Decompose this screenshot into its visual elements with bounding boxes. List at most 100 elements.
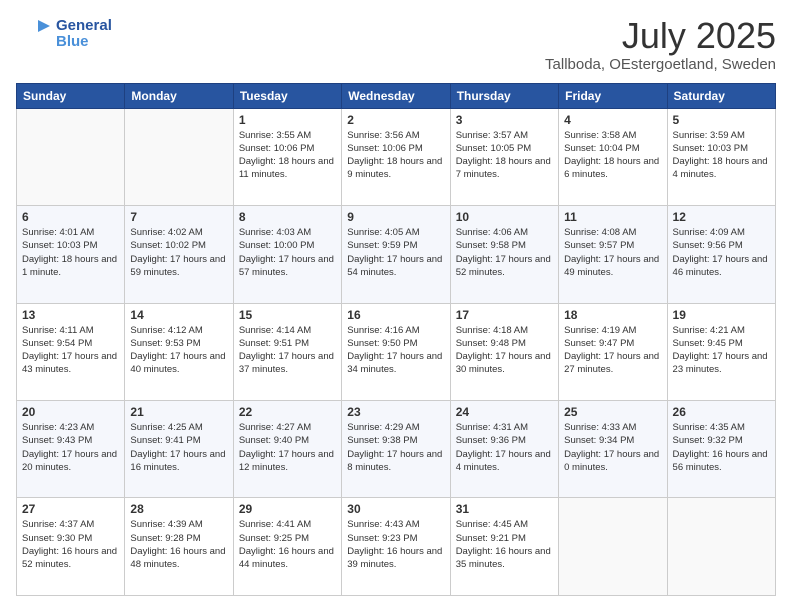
calendar-cell: 16 Sunrise: 4:16 AM Sunset: 9:50 PM Dayli… [342, 303, 450, 400]
day-info: Sunrise: 4:39 AM Sunset: 9:28 PM Dayligh… [130, 518, 227, 571]
weekday-header-sunday: Sunday [17, 83, 125, 108]
day-number: 8 [239, 210, 336, 224]
calendar-table: SundayMondayTuesdayWednesdayThursdayFrid… [16, 83, 776, 596]
day-info: Sunrise: 3:56 AM Sunset: 10:06 PM Daylig… [347, 129, 444, 182]
day-number: 28 [130, 502, 227, 516]
month-title: July 2025 [545, 16, 776, 56]
day-number: 30 [347, 502, 444, 516]
day-info: Sunrise: 3:57 AM Sunset: 10:05 PM Daylig… [456, 129, 553, 182]
page: General Blue July 2025 Tallboda, OEsterg… [0, 0, 792, 612]
day-number: 22 [239, 405, 336, 419]
calendar-cell: 14 Sunrise: 4:12 AM Sunset: 9:53 PM Dayli… [125, 303, 233, 400]
weekday-header-tuesday: Tuesday [233, 83, 341, 108]
title-block: July 2025 Tallboda, OEstergoetland, Swed… [545, 16, 776, 73]
calendar-cell: 24Sunrise: 4:31 AM Sunset: 9:36 PM Dayli… [450, 401, 558, 498]
calendar-cell: 12 Sunrise: 4:09 AM Sunset: 9:56 PM Dayli… [667, 206, 775, 303]
calendar-cell: 13Sunrise: 4:11 AM Sunset: 9:54 PM Dayli… [17, 303, 125, 400]
calendar-cell [667, 498, 775, 596]
calendar-week-5: 27 Sunrise: 4:37 AM Sunset: 9:30 PM Dayli… [17, 498, 776, 596]
calendar-cell: 28 Sunrise: 4:39 AM Sunset: 9:28 PM Dayli… [125, 498, 233, 596]
day-number: 17 [456, 308, 553, 322]
calendar-header-row: SundayMondayTuesdayWednesdayThursdayFrid… [17, 83, 776, 108]
calendar-cell: 26Sunrise: 4:35 AM Sunset: 9:32 PM Dayli… [667, 401, 775, 498]
day-number: 13 [22, 308, 119, 322]
calendar-cell: 19Sunrise: 4:21 AM Sunset: 9:45 PM Dayli… [667, 303, 775, 400]
day-number: 6 [22, 210, 119, 224]
day-number: 25 [564, 405, 661, 419]
day-number: 31 [456, 502, 553, 516]
calendar-cell: 8Sunrise: 4:03 AM Sunset: 10:00 PM Dayli… [233, 206, 341, 303]
day-number: 23 [347, 405, 444, 419]
day-number: 2 [347, 113, 444, 127]
day-number: 20 [22, 405, 119, 419]
weekday-header-friday: Friday [559, 83, 667, 108]
day-info: Sunrise: 4:29 AM Sunset: 9:38 PM Dayligh… [347, 421, 444, 474]
day-info: Sunrise: 4:43 AM Sunset: 9:23 PM Dayligh… [347, 518, 444, 571]
header: General Blue July 2025 Tallboda, OEsterg… [16, 16, 776, 73]
day-number: 21 [130, 405, 227, 419]
calendar-cell [17, 108, 125, 205]
calendar-cell: 6 Sunrise: 4:01 AM Sunset: 10:03 PM Dayli… [17, 206, 125, 303]
day-info: Sunrise: 4:01 AM Sunset: 10:03 PM Daylig… [22, 226, 119, 279]
calendar-week-2: 6 Sunrise: 4:01 AM Sunset: 10:03 PM Dayli… [17, 206, 776, 303]
day-info: Sunrise: 4:14 AM Sunset: 9:51 PM Dayligh… [239, 324, 336, 377]
day-number: 16 [347, 308, 444, 322]
calendar-cell: 2 Sunrise: 3:56 AM Sunset: 10:06 PM Dayli… [342, 108, 450, 205]
calendar-cell: 22 Sunrise: 4:27 AM Sunset: 9:40 PM Dayli… [233, 401, 341, 498]
calendar-cell: 5Sunrise: 3:59 AM Sunset: 10:03 PM Dayli… [667, 108, 775, 205]
day-number: 11 [564, 210, 661, 224]
day-info: Sunrise: 4:05 AM Sunset: 9:59 PM Dayligh… [347, 226, 444, 279]
day-number: 12 [673, 210, 770, 224]
day-number: 10 [456, 210, 553, 224]
calendar-cell: 18 Sunrise: 4:19 AM Sunset: 9:47 PM Dayli… [559, 303, 667, 400]
calendar-cell: 25 Sunrise: 4:33 AM Sunset: 9:34 PM Dayli… [559, 401, 667, 498]
day-info: Sunrise: 4:25 AM Sunset: 9:41 PM Dayligh… [130, 421, 227, 474]
day-number: 14 [130, 308, 227, 322]
day-info: Sunrise: 4:41 AM Sunset: 9:25 PM Dayligh… [239, 518, 336, 571]
day-number: 1 [239, 113, 336, 127]
day-info: Sunrise: 4:35 AM Sunset: 9:32 PM Dayligh… [673, 421, 770, 474]
day-number: 27 [22, 502, 119, 516]
day-number: 29 [239, 502, 336, 516]
day-info: Sunrise: 4:21 AM Sunset: 9:45 PM Dayligh… [673, 324, 770, 377]
day-info: Sunrise: 3:58 AM Sunset: 10:04 PM Daylig… [564, 129, 661, 182]
day-number: 4 [564, 113, 661, 127]
day-info: Sunrise: 4:09 AM Sunset: 9:56 PM Dayligh… [673, 226, 770, 279]
calendar-cell: 29 Sunrise: 4:41 AM Sunset: 9:25 PM Dayli… [233, 498, 341, 596]
calendar-cell: 10 Sunrise: 4:06 AM Sunset: 9:58 PM Dayli… [450, 206, 558, 303]
day-info: Sunrise: 4:45 AM Sunset: 9:21 PM Dayligh… [456, 518, 553, 571]
calendar-cell: 27 Sunrise: 4:37 AM Sunset: 9:30 PM Dayli… [17, 498, 125, 596]
day-info: Sunrise: 4:02 AM Sunset: 10:02 PM Daylig… [130, 226, 227, 279]
calendar-cell: 20 Sunrise: 4:23 AM Sunset: 9:43 PM Dayli… [17, 401, 125, 498]
calendar-cell: 11Sunrise: 4:08 AM Sunset: 9:57 PM Dayli… [559, 206, 667, 303]
day-info: Sunrise: 4:12 AM Sunset: 9:53 PM Dayligh… [130, 324, 227, 377]
day-info: Sunrise: 4:23 AM Sunset: 9:43 PM Dayligh… [22, 421, 119, 474]
day-info: Sunrise: 4:37 AM Sunset: 9:30 PM Dayligh… [22, 518, 119, 571]
logo-general: General [56, 18, 112, 35]
day-info: Sunrise: 4:33 AM Sunset: 9:34 PM Dayligh… [564, 421, 661, 474]
calendar-cell: 4 Sunrise: 3:58 AM Sunset: 10:04 PM Dayli… [559, 108, 667, 205]
calendar-cell: 3 Sunrise: 3:57 AM Sunset: 10:05 PM Dayli… [450, 108, 558, 205]
calendar-week-1: 1Sunrise: 3:55 AM Sunset: 10:06 PM Dayli… [17, 108, 776, 205]
day-info: Sunrise: 4:16 AM Sunset: 9:50 PM Dayligh… [347, 324, 444, 377]
day-info: Sunrise: 4:31 AM Sunset: 9:36 PM Dayligh… [456, 421, 553, 474]
calendar-cell: 31 Sunrise: 4:45 AM Sunset: 9:21 PM Dayli… [450, 498, 558, 596]
logo-svg-icon [16, 16, 52, 52]
weekday-header-wednesday: Wednesday [342, 83, 450, 108]
day-number: 3 [456, 113, 553, 127]
day-info: Sunrise: 4:06 AM Sunset: 9:58 PM Dayligh… [456, 226, 553, 279]
calendar-cell: 23 Sunrise: 4:29 AM Sunset: 9:38 PM Dayli… [342, 401, 450, 498]
calendar-cell: 7Sunrise: 4:02 AM Sunset: 10:02 PM Dayli… [125, 206, 233, 303]
calendar-week-4: 20 Sunrise: 4:23 AM Sunset: 9:43 PM Dayli… [17, 401, 776, 498]
logo: General Blue [16, 16, 112, 52]
day-number: 15 [239, 308, 336, 322]
logo-blue: Blue [56, 34, 112, 51]
day-info: Sunrise: 4:19 AM Sunset: 9:47 PM Dayligh… [564, 324, 661, 377]
day-info: Sunrise: 4:27 AM Sunset: 9:40 PM Dayligh… [239, 421, 336, 474]
calendar-cell: 15 Sunrise: 4:14 AM Sunset: 9:51 PM Dayli… [233, 303, 341, 400]
day-number: 9 [347, 210, 444, 224]
calendar-cell: 1Sunrise: 3:55 AM Sunset: 10:06 PM Dayli… [233, 108, 341, 205]
day-number: 18 [564, 308, 661, 322]
day-number: 5 [673, 113, 770, 127]
weekday-header-thursday: Thursday [450, 83, 558, 108]
